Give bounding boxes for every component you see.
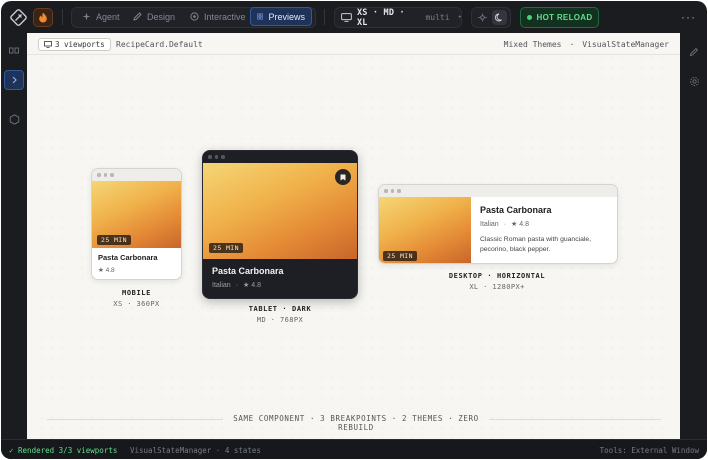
tablet-caption: TABLET · DARK MD · 768PX: [202, 305, 358, 324]
tools-status[interactable]: Tools: External Window: [600, 446, 699, 455]
status-bar: ✓ Rendered 3/3 viewports VisualStateMana…: [1, 439, 707, 459]
divider-line: [489, 419, 661, 420]
time-badge: 25 MIN: [209, 243, 243, 253]
layers-icon[interactable]: [6, 43, 22, 57]
monitor-icon: [341, 13, 352, 22]
meta-separator: ·: [503, 220, 507, 228]
viewport-count-badge[interactable]: 3 viewports: [38, 38, 111, 51]
meta-separator: ·: [235, 281, 239, 289]
tab-label: Previews: [268, 11, 305, 22]
toolbar-divider: [62, 9, 63, 25]
preview-canvas: 3 viewports RecipeCard.Default Mixed The…: [27, 33, 680, 439]
tab-interactive[interactable]: Interactive: [184, 7, 252, 26]
pen-icon: [133, 12, 142, 21]
recipe-rating: ★ 4.8: [243, 282, 261, 289]
top-toolbar: Agent Design Interactive Previews XS · M…: [1, 1, 707, 33]
sun-icon[interactable]: [475, 10, 490, 25]
caption-title: MOBILE: [122, 289, 151, 297]
monitor-icon: [44, 41, 52, 48]
recipe-title: Pasta Carbonara: [98, 253, 158, 262]
gear-icon[interactable]: [686, 73, 702, 89]
hot-reload-label: HOT RELOAD: [536, 13, 593, 22]
desktop-caption: DESKTOP · HORIZONTAL XL · 1280PX+: [397, 272, 597, 291]
tab-label: Interactive: [204, 11, 246, 22]
canvas-header: 3 viewports RecipeCard.Default Mixed The…: [27, 33, 680, 55]
caption-subtitle: XL · 1280PX+: [469, 283, 525, 291]
tab-label: Agent: [96, 11, 120, 22]
tab-label: Design: [147, 11, 176, 22]
mobile-preview-card[interactable]: 25 MIN Pasta Carbonara ★ 4.8: [91, 168, 182, 280]
desktop-preview-card[interactable]: 25 MIN Pasta Carbonara Italian · ★ 4.8 C…: [378, 184, 618, 264]
time-badge: 25 MIN: [383, 251, 417, 261]
right-rail: [680, 33, 707, 439]
bookmark-icon: [340, 174, 346, 180]
theme-toggle: [471, 7, 511, 28]
footer-note: SAME COMPONENT · 3 BREAKPOINTS · 2 THEME…: [233, 414, 479, 432]
edit-icon[interactable]: [686, 45, 702, 59]
component-breadcrumb: RecipeCard.Default: [116, 40, 203, 49]
viewport-mode: multi: [425, 13, 450, 22]
window-chrome: [379, 185, 617, 197]
caption-subtitle: XS · 360PX: [113, 300, 160, 308]
expand-panel-button[interactable]: [4, 70, 24, 90]
recipe-meta: Italian · ★ 4.8: [212, 281, 261, 290]
left-rail: [1, 33, 27, 439]
caption-title: TABLET · DARK: [248, 305, 312, 313]
recipe-cuisine: Italian: [212, 281, 231, 289]
live-indicator-icon: [526, 15, 532, 20]
render-status: ✓ Rendered 3/3 viewports: [9, 446, 118, 455]
recipe-cuisine: Italian: [480, 220, 499, 228]
viewport-selector[interactable]: XS · MD · XL multi •: [334, 7, 462, 28]
grid-icon: [257, 13, 264, 20]
tab-design[interactable]: Design: [127, 7, 181, 26]
caption-subtitle: MD · 768PX: [256, 316, 304, 324]
chevron-down-icon: •: [458, 14, 461, 21]
tab-previews[interactable]: Previews: [250, 7, 312, 26]
target-icon: [190, 12, 199, 21]
cube-icon[interactable]: [6, 111, 22, 127]
hot-reload-button[interactable]: HOT RELOAD: [520, 7, 599, 28]
theme-label: Mixed Themes: [503, 40, 562, 49]
state-manager-status: VisualStateManager · 4 states: [130, 446, 261, 455]
mobile-caption: MOBILE XS · 360PX: [85, 289, 188, 308]
recipe-title: Pasta Carbonara: [212, 266, 284, 276]
window-chrome: [203, 151, 357, 163]
canvas-meta: Mixed Themes · VisualStateManager: [504, 40, 669, 49]
time-badge: 25 MIN: [97, 235, 131, 245]
tablet-preview-card[interactable]: 25 MIN Pasta Carbonara Italian · ★ 4.8: [202, 150, 358, 299]
sparkle-icon: [82, 12, 91, 21]
viewport-list: XS · MD · XL: [356, 7, 405, 28]
recipe-description: Classic Roman pasta with guanciale, peco…: [480, 236, 592, 253]
recipe-meta: Italian · ★ 4.8: [480, 220, 529, 229]
divider-line: [47, 419, 223, 420]
app-logo-icon: [10, 9, 27, 26]
recipe-title: Pasta Carbonara: [480, 205, 552, 215]
viewport-count: 3 viewports: [55, 40, 105, 49]
recipe-rating: ★ 4.8: [98, 267, 115, 274]
state-manager-label: VisualStateManager: [582, 40, 669, 49]
chevron-right-icon: [12, 76, 17, 84]
caption-title: DESKTOP · HORIZONTAL: [448, 272, 546, 280]
flame-icon: [39, 12, 47, 23]
flame-button[interactable]: [33, 8, 53, 27]
meta-separator: ·: [569, 40, 575, 49]
more-menu-icon[interactable]: ···: [681, 10, 696, 24]
window-chrome: [92, 169, 181, 181]
moon-icon[interactable]: [492, 10, 507, 25]
toolbar-divider: [324, 9, 325, 25]
app-window: Agent Design Interactive Previews XS · M…: [1, 1, 707, 459]
bookmark-button[interactable]: [335, 169, 351, 185]
recipe-rating: ★ 4.8: [511, 221, 529, 228]
tab-agent[interactable]: Agent: [76, 7, 126, 26]
